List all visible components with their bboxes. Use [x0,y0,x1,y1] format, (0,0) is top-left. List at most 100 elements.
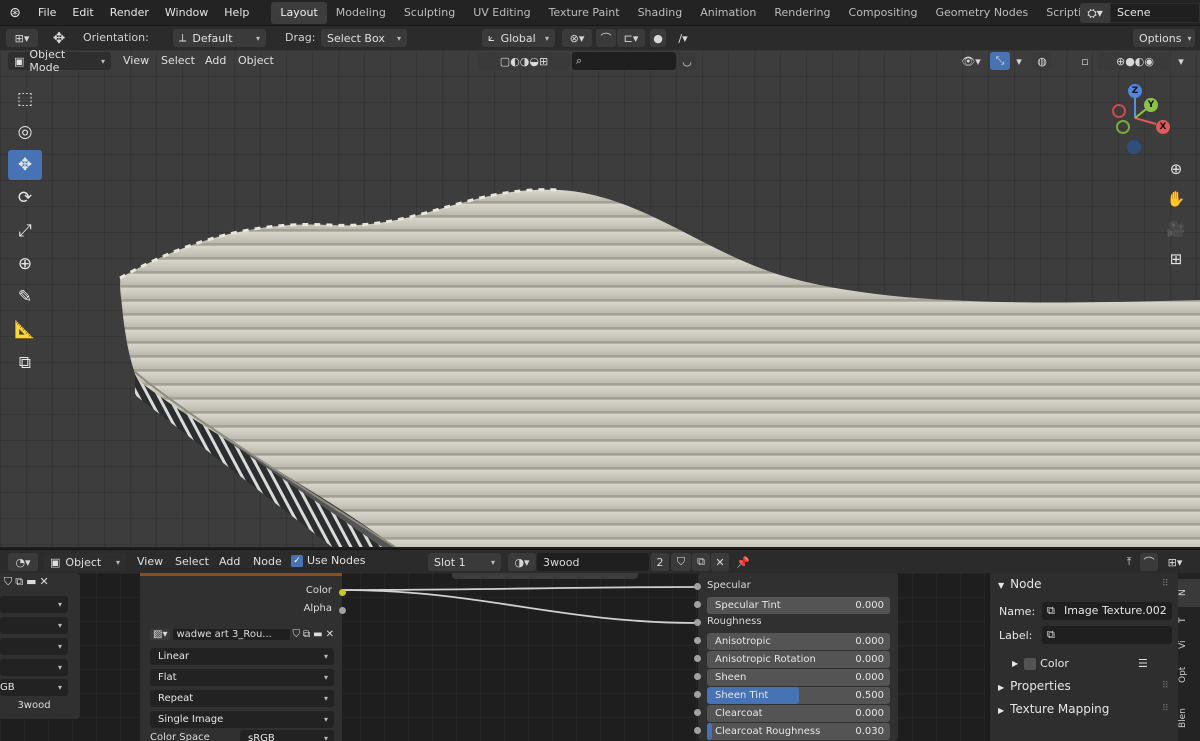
tab-options[interactable]: Opt [1178,661,1200,689]
unlink-material-icon[interactable]: ✕ [711,553,729,571]
overlays-icon[interactable]: ◍ [1032,52,1052,70]
tab-uv-editing[interactable]: UV Editing [464,2,539,24]
node-menu-select[interactable]: Select [175,555,209,568]
snap-node-icon[interactable]: ⌒ [1140,553,1158,571]
drag-handle-icon[interactable]: ⠿ [1162,579,1169,589]
sheen-tint-field[interactable]: Sheen Tint 0.500 [707,687,890,704]
tab-layout[interactable]: Layout [271,1,327,24]
fake-user-icon[interactable]: ⛉ [671,553,691,571]
transform-pivot-icon[interactable]: ⊞▾ [6,29,38,47]
menu-window[interactable]: Window [157,0,216,26]
material-name-field[interactable]: 3wood [537,553,649,571]
image-open-icon[interactable]: ▬ [313,629,322,640]
slot-dropdown[interactable]: Slot 1 ▾ [428,553,501,571]
tab-view[interactable]: Vi [1178,633,1200,657]
blender-logo-icon[interactable]: ⊛ [0,5,30,21]
node-menu-add[interactable]: Add [219,555,240,568]
cursor-icon[interactable]: ◎ [8,117,42,147]
pivot-point-icon[interactable]: ⊗▾ [562,29,592,47]
image-fake-user-icon[interactable]: ⛉ [293,629,301,640]
selection-mode-icons[interactable]: ▢◐◑◒⊞ [478,52,570,70]
anisotropic-field[interactable]: Anisotropic 0.000 [707,633,890,650]
close-icon[interactable]: ✕ [40,575,49,589]
node-stub[interactable] [452,573,638,579]
pan-hand-icon[interactable]: ✋ [1164,190,1188,220]
properties-drag-handle-icon[interactable]: ⠿ [1162,681,1169,691]
camera-icon[interactable]: 🎥 [1164,220,1188,250]
drag-dropdown[interactable]: Select Box ▾ [321,29,407,47]
viewport-search-icon[interactable]: ⌕ [572,52,676,70]
specular-tint-field[interactable]: Specular Tint 0.000 [707,597,890,614]
image-unlink-icon[interactable]: ✕ [326,629,334,640]
menu-help[interactable]: Help [216,0,257,26]
scale-icon[interactable]: ⤢ [8,216,42,246]
image-name-field[interactable]: wadwe art 3_Rou... [173,629,290,640]
folder-icon[interactable]: ▬ [26,575,36,589]
gizmo-neg-z-axis[interactable] [1127,140,1141,154]
transform-icon[interactable]: ⊕ [8,249,42,279]
scene-icon[interactable]: ⛭▾ [1080,3,1110,23]
duplicate-material-icon[interactable]: ⧉ [692,553,710,571]
gizmo-x-axis[interactable]: X [1156,120,1170,134]
zoom-icon[interactable]: ⊕ [1164,160,1188,190]
tab-animation[interactable]: Animation [691,2,765,24]
options-dropdown[interactable]: Options ▾ [1133,29,1195,47]
copy-icon[interactable]: ⧉ [15,575,23,589]
output-alpha-socket[interactable] [339,607,346,614]
material-browse-icon[interactable]: ◑▾ [508,553,536,571]
color-space-dropdown[interactable]: sRGB ▾ [240,730,334,741]
snap-icon[interactable]: ⌒ [596,29,616,47]
clearcoat-field[interactable]: Clearcoat 0.000 [707,705,890,722]
shading-modes-icons[interactable]: ⊕●◐◉ [1098,52,1172,70]
tab-texture-paint[interactable]: Texture Paint [540,2,629,24]
move-tool-icon[interactable]: ✥ [46,29,72,47]
anisotropic-socket[interactable] [694,637,701,644]
tab-blender[interactable]: Blen [1178,701,1200,735]
tab-tool[interactable]: T [1178,609,1200,631]
menu-file[interactable]: File [30,0,64,26]
left-node-dropdown-1[interactable]: ▾ [0,596,68,613]
xray-icon[interactable]: ▫ [1076,52,1094,70]
orientation-dropdown[interactable]: ⟂ Default ▾ [173,29,266,47]
editor-type-icon[interactable]: ◔▾ [8,553,38,571]
properties-section-header[interactable]: ▶ Properties [998,679,1071,693]
interpolation-dropdown[interactable]: Linear ▾ [150,648,334,665]
navigation-gizmo[interactable]: Z Y X [1100,84,1170,160]
source-dropdown[interactable]: Single Image ▾ [150,711,334,728]
node-editor-canvas[interactable]: ⛉ ⧉ ▬ ✕ ▾ ▾ ▾ ▾ GB ▾ 3wood Color Alpha ▨▾ wa… [0,573,985,741]
clearcoat-roughness-field[interactable]: Clearcoat Roughness 0.030 [707,723,890,740]
tab-compositing[interactable]: Compositing [840,2,927,24]
clearcoat-socket[interactable] [694,709,701,716]
gizmo-neg-y-axis[interactable] [1116,120,1130,134]
material-users-count[interactable]: 2 [651,553,669,571]
node-section-header[interactable]: ▼ Node [998,577,1041,591]
proportional-edit-icon[interactable]: ● [650,29,666,47]
shading-dropdown-icon[interactable]: ▾ [1174,52,1188,70]
specular-socket[interactable] [694,583,701,590]
clearcoat-roughness-socket[interactable] [694,727,701,734]
parent-node-tree-icon[interactable]: ⤒ [1120,553,1138,571]
measure-icon[interactable]: 📐 [8,315,42,345]
scene-selector[interactable]: ⛭▾ Scene [1080,3,1200,23]
node-label-field[interactable]: ⧉ [1042,626,1172,644]
shield-icon[interactable]: ⛉ [4,575,12,589]
snap-node-target-icon[interactable]: ⊞▾ [1160,553,1190,571]
image-duplicate-icon[interactable]: ⧉ [303,629,310,640]
left-node-dropdown-2[interactable]: ▾ [0,617,68,634]
image-texture-node[interactable]: Color Alpha ▨▾ wadwe art 3_Rou... ⛉ ⧉ ▬ … [140,573,346,741]
node-menu-view[interactable]: View [137,555,163,568]
viewport-menu-object[interactable]: Object [238,54,274,67]
gizmo-toggle-icon[interactable]: ⤡ [990,52,1010,70]
3d-viewport[interactable] [0,50,1200,547]
projection-dropdown[interactable]: Flat ▾ [150,669,334,686]
color-checkbox[interactable] [1024,657,1037,670]
image-browse-icon[interactable]: ▨▾ [150,629,171,640]
tab-geometry-nodes[interactable]: Geometry Nodes [926,2,1037,24]
tab-node[interactable]: N [1178,579,1200,607]
falloff-icon[interactable]: ∕▾ [668,29,698,47]
viewport-menu-select[interactable]: Select [161,54,195,67]
transform-orientation-dropdown[interactable]: ⟀ Global ▾ [482,29,555,47]
perspective-grid-icon[interactable]: ⊞ [1164,250,1188,280]
menu-render[interactable]: Render [102,0,157,26]
node-name-field[interactable]: ⧉ Image Texture.002 [1042,602,1172,620]
